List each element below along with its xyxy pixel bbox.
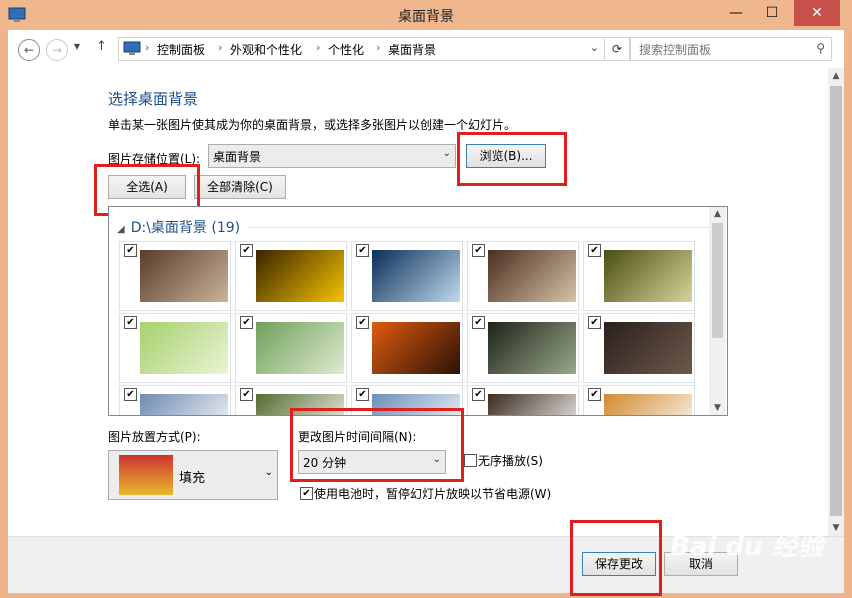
crumb-personalization[interactable]: 个性化	[328, 41, 364, 58]
wallpaper-thumbnail[interactable]: ✔	[583, 313, 695, 383]
page-scrollbar[interactable]: ▲ ▼	[828, 68, 844, 536]
clear-all-button[interactable]: 全部清除(C)	[194, 175, 286, 199]
thumbnail-checkbox[interactable]: ✔	[588, 388, 601, 401]
wallpaper-thumbnail[interactable]: ✔	[235, 313, 347, 383]
position-select[interactable]: 填充 ⌄	[108, 450, 278, 500]
back-button[interactable]: ←	[18, 39, 40, 61]
address-dropdown-icon[interactable]: ⌄	[590, 41, 599, 54]
gallery-scrollbar[interactable]: ▲ ▼	[709, 207, 726, 415]
thumbnail-image	[488, 322, 576, 374]
wallpaper-thumbnail[interactable]: ✔	[119, 313, 231, 383]
thumbnail-checkbox[interactable]: ✔	[472, 316, 485, 329]
wallpaper-thumbnail[interactable]: ✔	[119, 385, 231, 415]
thumbnail-checkbox[interactable]: ✔	[356, 388, 369, 401]
position-value: 填充	[179, 471, 206, 486]
location-select[interactable]: 桌面背景 ⌄	[208, 144, 456, 168]
thumbnail-image	[604, 322, 692, 374]
thumbnail-checkbox[interactable]: ✔	[124, 388, 137, 401]
wallpaper-thumbnail[interactable]: ✔	[467, 241, 579, 311]
collapse-icon: ◢	[117, 224, 125, 235]
close-button[interactable]: ✕	[794, 0, 840, 26]
thumbnail-image	[372, 322, 460, 374]
title-bar: 桌面背景 — ☐ ✕	[0, 0, 852, 30]
group-divider	[249, 227, 709, 228]
highlight-box	[290, 408, 464, 482]
crumb-separator: ›	[218, 41, 223, 54]
wallpaper-thumbnail[interactable]: ✔	[467, 313, 579, 383]
minimize-button[interactable]: —	[720, 0, 752, 26]
gallery-group-header[interactable]: ◢ D:\桌面背景 (19)	[117, 217, 240, 237]
page-title: 选择桌面背景	[108, 90, 199, 108]
search-input[interactable]: 搜索控制面板 ⚲	[630, 37, 832, 61]
search-icon[interactable]: ⚲	[816, 41, 825, 55]
thumbnail-checkbox[interactable]: ✔	[588, 316, 601, 329]
crumb-separator: ›	[316, 41, 321, 54]
window: 桌面背景 — ☐ ✕ ← → ▾ ↑ › 控制面板 › 外观和个性化 › 个性化…	[0, 0, 852, 598]
thumbnail-image	[488, 250, 576, 302]
battery-checkbox[interactable]: ✔	[300, 487, 313, 500]
wallpaper-thumbnail[interactable]: ✔	[351, 313, 463, 383]
position-preview-image	[119, 455, 173, 495]
thumbnail-checkbox[interactable]: ✔	[472, 388, 485, 401]
forward-button[interactable]: →	[46, 39, 68, 61]
battery-label: 使用电池时，暂停幻灯片放映以节省电源(W)	[314, 487, 552, 501]
thumbnail-checkbox[interactable]: ✔	[240, 388, 253, 401]
scrollbar-thumb[interactable]	[712, 223, 723, 338]
refresh-button[interactable]: ⟳	[604, 38, 629, 60]
crumb-separator: ›	[376, 41, 381, 54]
thumbnail-image	[140, 322, 228, 374]
scroll-down-icon[interactable]: ▼	[828, 520, 844, 536]
crumb-appearance[interactable]: 外观和个性化	[230, 41, 302, 58]
scroll-down-icon[interactable]: ▼	[709, 403, 726, 413]
scroll-up-icon[interactable]: ▲	[828, 68, 844, 84]
thumbnail-image	[488, 394, 576, 415]
chevron-down-icon: ⌄	[442, 148, 451, 159]
thumbnail-image	[604, 250, 692, 302]
thumbnail-checkbox[interactable]: ✔	[240, 244, 253, 257]
content-pane: 选择桌面背景 单击某一张图片使其成为你的桌面背景，或选择多张图片以创建一个幻灯片…	[8, 68, 828, 536]
location-value: 桌面背景	[213, 150, 262, 164]
wallpaper-thumbnail[interactable]: ✔	[119, 241, 231, 311]
crumb-desktop-background[interactable]: 桌面背景	[388, 41, 436, 58]
wallpaper-gallery: ◢ D:\桌面背景 (19) ✔ ✔ ✔ ✔ ✔ ✔ ✔ ✔ ✔ ✔ ✔ ✔ ✔ ✔ ✔ ▲ ▼	[108, 206, 728, 416]
recent-pages-button[interactable]: ▾	[74, 39, 80, 53]
address-bar: ← → ▾ ↑ › 控制面板 › 外观和个性化 › 个性化 › 桌面背景 ⌄ ⟳…	[8, 30, 844, 68]
thumbnail-checkbox[interactable]: ✔	[240, 316, 253, 329]
watermark-logo: Bai du 经验	[670, 532, 824, 562]
wallpaper-thumbnail[interactable]: ✔	[467, 385, 579, 415]
wallpaper-thumbnail[interactable]: ✔	[235, 241, 347, 311]
wallpaper-thumbnail[interactable]: ✔	[583, 241, 695, 311]
maximize-button[interactable]: ☐	[756, 0, 788, 26]
control-panel-icon	[123, 41, 141, 55]
chevron-down-icon: ⌄	[264, 467, 273, 478]
thumbnail-checkbox[interactable]: ✔	[124, 244, 137, 257]
search-placeholder: 搜索控制面板	[639, 43, 712, 57]
scroll-up-icon[interactable]: ▲	[709, 209, 726, 219]
thumbnail-checkbox[interactable]: ✔	[124, 316, 137, 329]
scrollbar-thumb[interactable]	[830, 86, 842, 516]
thumbnail-image	[140, 394, 228, 415]
thumbnail-image	[372, 250, 460, 302]
thumbnail-image	[140, 250, 228, 302]
group-header-label: D:\桌面背景 (19)	[130, 220, 241, 236]
crumb-control-panel[interactable]: 控制面板	[157, 41, 205, 58]
highlight-box	[570, 520, 662, 596]
wallpaper-thumbnail[interactable]: ✔	[583, 385, 695, 415]
crumb-separator: ›	[145, 41, 150, 54]
shuffle-label: 无序播放(S)	[478, 454, 543, 468]
thumbnail-checkbox[interactable]: ✔	[356, 244, 369, 257]
address-field[interactable]: › 控制面板 › 外观和个性化 › 个性化 › 桌面背景 ⌄ ⟳	[118, 37, 630, 61]
thumbnail-image	[604, 394, 692, 415]
position-label: 图片放置方式(P):	[108, 430, 201, 444]
thumbnail-image	[256, 322, 344, 374]
thumbnail-checkbox[interactable]: ✔	[356, 316, 369, 329]
highlight-box	[457, 132, 567, 186]
thumbnail-checkbox[interactable]: ✔	[588, 244, 601, 257]
thumbnail-image	[256, 250, 344, 302]
wallpaper-thumbnail[interactable]: ✔	[351, 241, 463, 311]
shuffle-checkbox[interactable]	[464, 454, 477, 467]
page-description: 单击某一张图片使其成为你的桌面背景，或选择多张图片以创建一个幻灯片。	[108, 118, 517, 132]
up-button[interactable]: ↑	[96, 39, 107, 54]
thumbnail-checkbox[interactable]: ✔	[472, 244, 485, 257]
